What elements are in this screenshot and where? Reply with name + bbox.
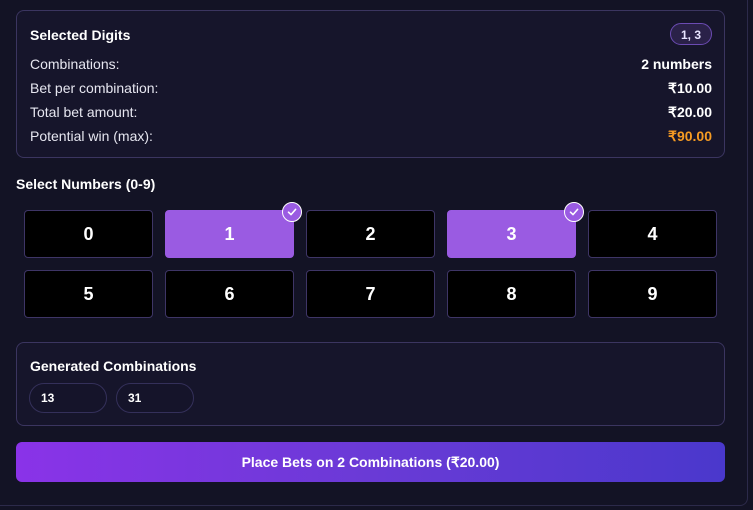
bet-per-combination-value: ₹10.00	[668, 79, 712, 96]
number-button-9[interactable]: 9	[588, 270, 717, 318]
number-button-8[interactable]: 8	[447, 270, 576, 318]
selected-digits-badge: 1, 3	[669, 23, 712, 45]
place-bets-button[interactable]: Place Bets on 2 Combinations (₹20.00)	[16, 442, 725, 482]
number-button-4[interactable]: 4	[588, 210, 717, 258]
generated-combinations-card: Generated Combinations 13 31	[16, 342, 725, 426]
combinations-label: Combinations:	[30, 56, 120, 72]
number-button-1[interactable]: 1	[165, 210, 294, 258]
number-button-6[interactable]: 6	[165, 270, 294, 318]
checkmark-icon	[282, 202, 302, 222]
total-bet-label: Total bet amount:	[30, 104, 138, 120]
potential-win-label: Potential win (max):	[30, 128, 153, 144]
combinations-value: 2 numbers	[641, 56, 712, 72]
combination-chip: 13	[29, 383, 107, 413]
bet-per-combination-row: Bet per combination: ₹10.00	[30, 78, 712, 98]
combinations-row: Combinations: 2 numbers	[30, 54, 712, 74]
number-button-2[interactable]: 2	[306, 210, 435, 258]
number-button-7[interactable]: 7	[306, 270, 435, 318]
total-bet-value: ₹20.00	[668, 103, 712, 120]
combination-chip: 31	[116, 383, 194, 413]
generated-combinations-title: Generated Combinations	[30, 358, 197, 374]
potential-win-value: ₹90.00	[668, 127, 712, 144]
checkmark-icon	[564, 202, 584, 222]
number-button-5[interactable]: 5	[24, 270, 153, 318]
potential-win-row: Potential win (max): ₹90.00	[30, 126, 712, 146]
selected-digits-title: Selected Digits	[30, 27, 131, 43]
bet-per-combination-label: Bet per combination:	[30, 80, 159, 96]
select-numbers-label: Select Numbers (0-9)	[16, 176, 156, 192]
number-button-3[interactable]: 3	[447, 210, 576, 258]
selected-digits-card: Selected Digits 1, 3 Combinations: 2 num…	[16, 10, 725, 158]
total-bet-row: Total bet amount: ₹20.00	[30, 102, 712, 122]
number-button-0[interactable]: 0	[24, 210, 153, 258]
